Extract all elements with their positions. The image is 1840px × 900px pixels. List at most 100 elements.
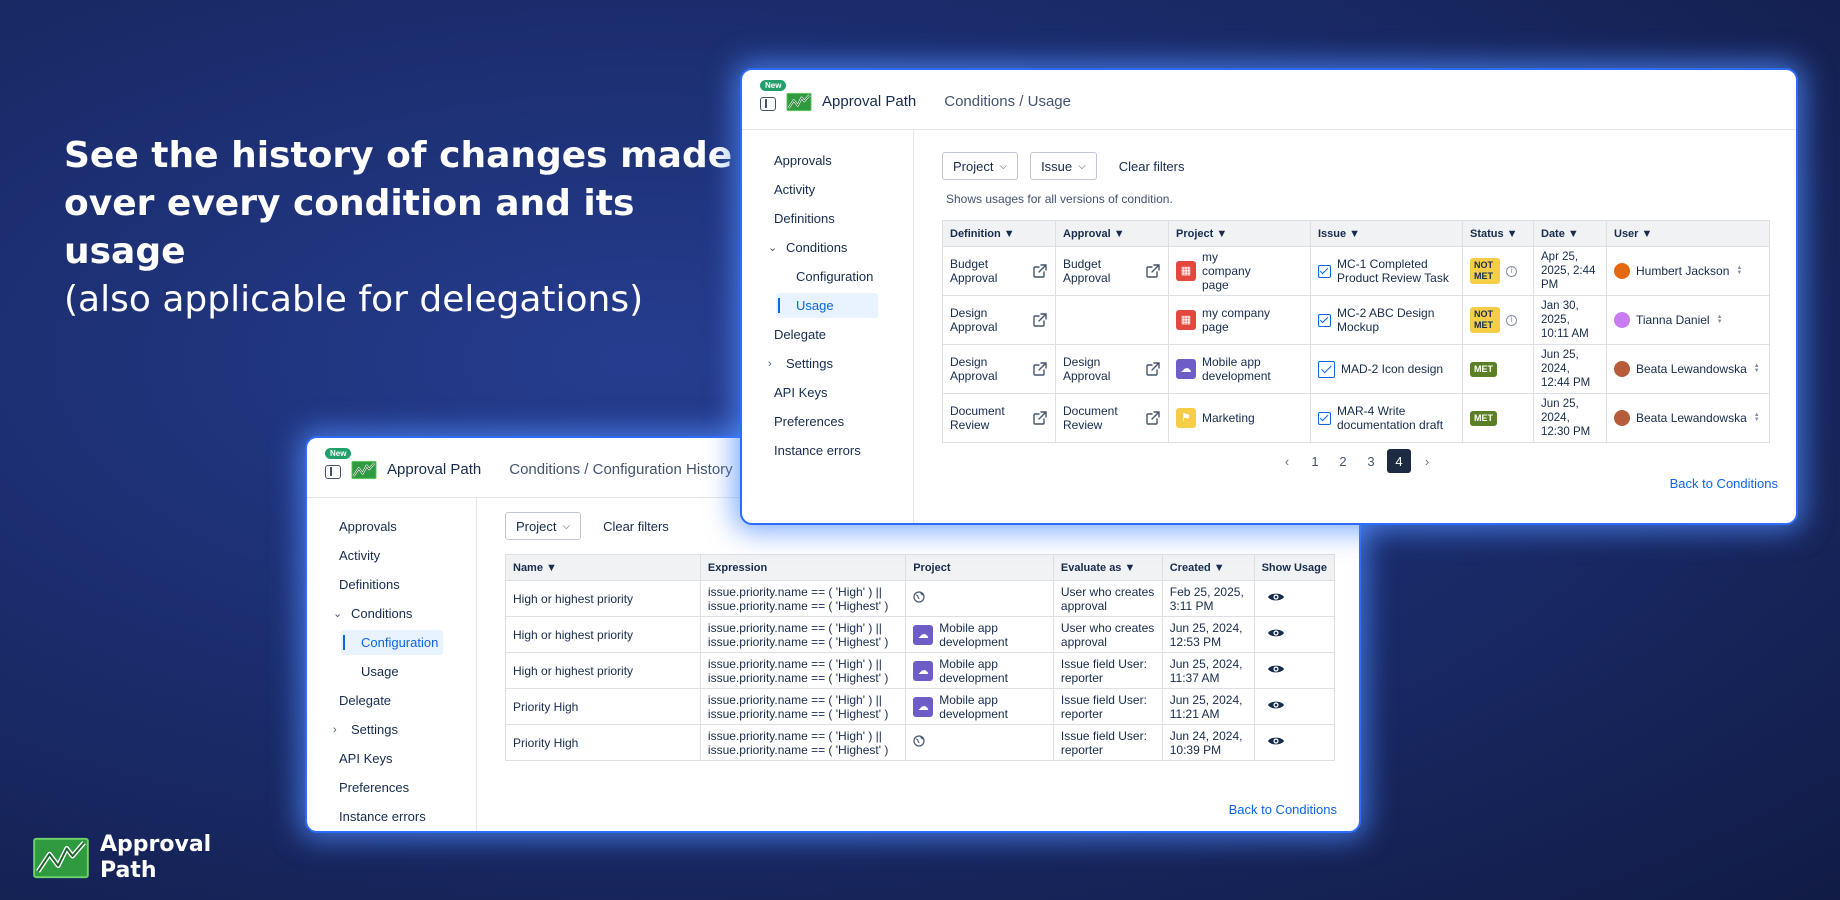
evaluate-as-cell: Issue field User: reporter: [1052, 688, 1163, 725]
status-badge: MET: [1470, 361, 1497, 377]
sidebar-item-usage[interactable]: Usage: [742, 291, 913, 320]
approval-name[interactable]: Design Approval: [1063, 355, 1127, 383]
drag-handle-icon[interactable]: ▲ ▼: [1753, 363, 1761, 374]
info-icon[interactable]: i: [1506, 265, 1517, 277]
project-filter-dropdown[interactable]: Project ⌵: [942, 152, 1019, 180]
eye-icon[interactable]: [1267, 735, 1285, 747]
col-status[interactable]: Status ▼: [1462, 220, 1534, 247]
condition-name: High or highest priority: [505, 616, 701, 653]
drag-handle-icon[interactable]: ▲ ▼: [1735, 265, 1743, 276]
user-cell: Beata Lewandowska ▲ ▼: [1606, 344, 1770, 394]
clear-filters-button[interactable]: Clear filters: [1109, 159, 1195, 174]
col-name[interactable]: Name ▼: [505, 554, 701, 581]
expression-line: issue.priority.name == ( 'High' ) ||: [707, 584, 882, 599]
sidebar-toggle-icon[interactable]: [325, 464, 341, 479]
sidebar-item-usage[interactable]: Usage: [307, 657, 476, 686]
col-created[interactable]: Created ▼: [1161, 554, 1255, 581]
sidebar-item-settings[interactable]: › Settings: [742, 349, 913, 378]
sidebar-item-activity[interactable]: Activity: [307, 541, 476, 570]
sidebar-item-preferences[interactable]: Preferences: [742, 407, 913, 436]
page-4-button[interactable]: 4: [1387, 449, 1411, 473]
col-approval[interactable]: Approval ▼: [1055, 220, 1169, 247]
sidebar-item-api-keys[interactable]: API Keys: [742, 378, 913, 407]
col-user[interactable]: User ▼: [1606, 220, 1770, 247]
page-1-button[interactable]: 1: [1303, 449, 1327, 473]
page-2-button[interactable]: 2: [1331, 449, 1355, 473]
col-issue[interactable]: Issue ▼: [1310, 220, 1463, 247]
project-cell: [905, 724, 1054, 761]
sidebar-item-conditions[interactable]: ⌄ Conditions: [307, 599, 476, 628]
drag-handle-icon[interactable]: ▲ ▼: [1753, 412, 1761, 423]
project-name: Marketing: [1202, 411, 1255, 425]
col-evaluate-as[interactable]: Evaluate as ▼: [1052, 554, 1163, 581]
definition-name[interactable]: Budget Approval: [950, 257, 1014, 285]
app-name[interactable]: Approval Path: [822, 93, 916, 110]
drag-handle-icon[interactable]: ▲ ▼: [1716, 314, 1724, 325]
sidebar-item-approvals[interactable]: Approvals: [742, 146, 913, 175]
breadcrumb: Conditions / Configuration History: [509, 461, 733, 478]
definition-name[interactable]: Design Approval: [950, 306, 1014, 334]
issue-link[interactable]: MAD-2 Icon design: [1341, 362, 1443, 376]
issue-link[interactable]: MAR-4 Write documentation draft: [1337, 404, 1455, 432]
usage-window: New Approval Path Conditions / Usage App…: [740, 68, 1798, 525]
info-icon[interactable]: i: [1506, 314, 1517, 326]
external-link-icon[interactable]: [1032, 263, 1048, 279]
sidebar-item-approvals[interactable]: Approvals: [307, 512, 476, 541]
user-cell: Humbert Jackson ▲ ▼: [1606, 246, 1770, 296]
sidebar-item-activity[interactable]: Activity: [742, 175, 913, 204]
pagination-prev-button[interactable]: ‹: [1275, 449, 1299, 473]
col-definition[interactable]: Definition ▼: [942, 220, 1056, 247]
back-to-conditions-link[interactable]: Back to Conditions: [1229, 802, 1337, 817]
sidebar-item-configuration[interactable]: Configuration: [307, 628, 476, 657]
external-link-icon[interactable]: [1032, 361, 1048, 377]
expression-cell: issue.priority.name == ( 'High' ) || issu…: [699, 580, 907, 617]
sidebar-item-instance-errors[interactable]: Instance errors: [307, 802, 476, 831]
sidebar-item-delegate[interactable]: Delegate: [742, 320, 913, 349]
definition-name[interactable]: Document Review: [950, 404, 1014, 432]
external-link-icon[interactable]: [1032, 410, 1048, 426]
eye-icon[interactable]: [1267, 627, 1285, 639]
clear-filters-button[interactable]: Clear filters: [593, 519, 679, 534]
issue-link[interactable]: MC-1 Completed Product Review Task: [1337, 257, 1455, 285]
eye-icon[interactable]: [1267, 591, 1285, 603]
external-link-icon[interactable]: [1032, 312, 1048, 328]
col-project[interactable]: Project ▼: [1168, 220, 1311, 247]
col-project: Project: [905, 554, 1054, 581]
project-filter-dropdown[interactable]: Project ⌵: [505, 512, 582, 540]
sidebar-item-instance-errors[interactable]: Instance errors: [742, 436, 913, 465]
sidebar-item-definitions[interactable]: Definitions: [307, 570, 476, 599]
external-link-icon[interactable]: [1145, 361, 1161, 377]
chevron-down-icon: ⌵: [562, 520, 571, 532]
page-3-button[interactable]: 3: [1359, 449, 1383, 473]
external-link-icon[interactable]: [1145, 263, 1161, 279]
eye-icon[interactable]: [1267, 663, 1285, 675]
col-date[interactable]: Date ▼: [1533, 220, 1607, 247]
expression-line: issue.priority.name == ( 'Highest' ): [707, 706, 889, 721]
config-history-table: Name ▼ Expression Project Evaluate as ▼ …: [505, 554, 1336, 761]
sidebar-item-settings[interactable]: › Settings: [307, 715, 476, 744]
approval-name[interactable]: Document Review: [1063, 404, 1127, 432]
project-avatar-icon: ☁: [913, 624, 934, 645]
table-row: Budget Approval Budget Approval ▦ my compan…: [942, 246, 1770, 296]
created-cell: Jun 25, 2024, 12:53 PM: [1161, 616, 1255, 653]
app-name[interactable]: Approval Path: [387, 461, 481, 478]
sidebar-item-conditions[interactable]: ⌄ Conditions: [742, 233, 913, 262]
sidebar-item-preferences[interactable]: Preferences: [307, 773, 476, 802]
back-to-conditions-link[interactable]: Back to Conditions: [1670, 476, 1778, 491]
eye-icon[interactable]: [1267, 699, 1285, 711]
sidebar-item-configuration[interactable]: Configuration: [742, 262, 913, 291]
approval-name[interactable]: Budget Approval: [1063, 257, 1127, 285]
issue-link[interactable]: MC-2 ABC Design Mockup: [1337, 306, 1455, 334]
pagination-next-button[interactable]: ›: [1415, 449, 1439, 473]
sidebar-item-definitions[interactable]: Definitions: [742, 204, 913, 233]
issue-filter-dropdown[interactable]: Issue ⌵: [1030, 152, 1097, 180]
external-link-icon[interactable]: [1145, 410, 1161, 426]
sidebar-item-delegate[interactable]: Delegate: [307, 686, 476, 715]
project-cell: ▦ my company page: [1168, 246, 1311, 296]
definition-name[interactable]: Design Approval: [950, 355, 1014, 383]
sidebar-item-api-keys[interactable]: API Keys: [307, 744, 476, 773]
issue-cell: MAR-4 Write documentation draft: [1310, 393, 1463, 443]
avatar: [1614, 410, 1630, 426]
globe-icon: [913, 735, 925, 747]
sidebar-toggle-icon[interactable]: [760, 96, 776, 111]
